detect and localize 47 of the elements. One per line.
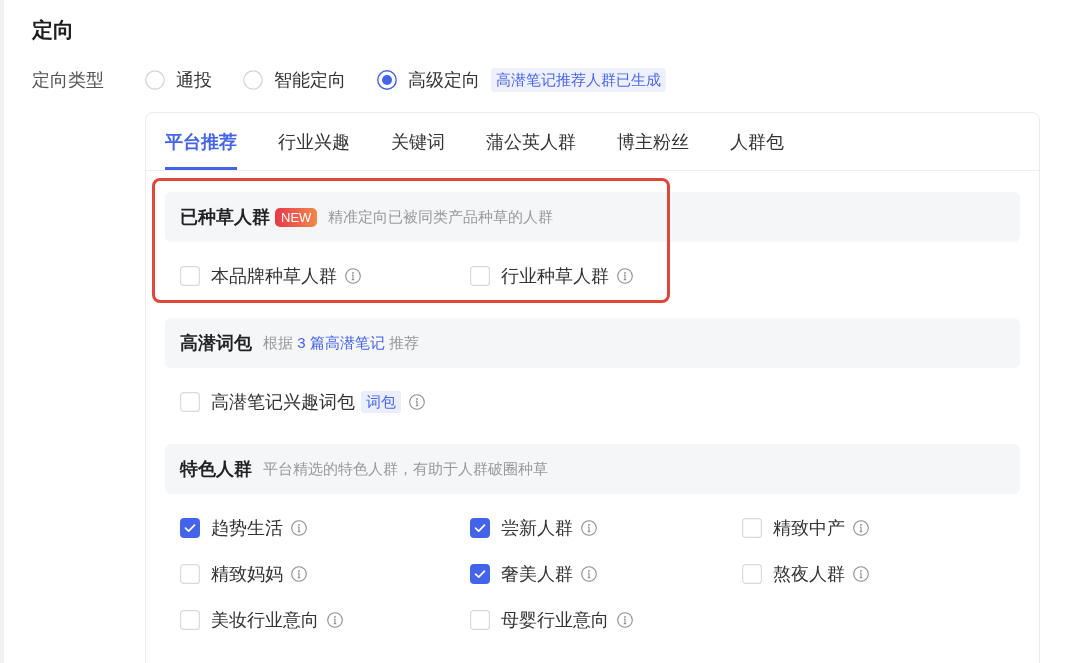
section-description: 根据 3 篇高潜笔记 推荐	[263, 333, 419, 353]
field-label: 定向类型	[32, 69, 105, 92]
checkbox-label[interactable]: 精致妈妈	[211, 562, 283, 586]
info-icon[interactable]	[853, 520, 869, 536]
tab[interactable]: 关键词	[391, 113, 445, 170]
section-title: 特色人群	[180, 458, 252, 481]
tab[interactable]: 人群包	[730, 113, 784, 170]
radio-label[interactable]: 高级定向	[408, 68, 480, 92]
info-icon[interactable]	[581, 520, 597, 536]
checkbox[interactable]	[470, 518, 490, 538]
checkbox-label[interactable]: 美妆行业意向	[211, 608, 319, 632]
checkbox-label[interactable]: 熬夜人群	[773, 562, 845, 586]
section-description: 精准定向已被同类产品种草的人群	[328, 207, 554, 227]
info-icon[interactable]	[617, 268, 633, 284]
tab[interactable]: 蒲公英人群	[486, 113, 576, 170]
notes-link[interactable]: 3 篇高潜笔记	[297, 333, 385, 351]
radio-button[interactable]	[377, 70, 397, 90]
section-heading: 定向	[32, 17, 75, 43]
info-icon[interactable]	[327, 612, 343, 628]
info-icon[interactable]	[409, 394, 425, 410]
item-tag: 词包	[361, 391, 401, 413]
radio-label[interactable]: 通投	[176, 68, 212, 92]
checkbox[interactable]	[180, 518, 200, 538]
info-icon[interactable]	[345, 268, 361, 284]
tab[interactable]: 行业兴趣	[278, 113, 350, 170]
checkbox-label[interactable]: 行业种草人群	[501, 264, 609, 288]
section-title: 已种草人群	[180, 206, 270, 229]
checkbox-label[interactable]: 精致中产	[773, 516, 845, 540]
info-icon[interactable]	[853, 566, 869, 582]
checkbox-label[interactable]: 趋势生活	[211, 516, 283, 540]
checkbox-label[interactable]: 奢美人群	[501, 562, 573, 586]
checkbox[interactable]	[470, 564, 490, 584]
info-icon[interactable]	[291, 566, 307, 582]
radio-label[interactable]: 智能定向	[274, 68, 346, 92]
info-icon[interactable]	[617, 612, 633, 628]
checkbox-label[interactable]: 高潜笔记兴趣词包	[211, 390, 355, 414]
status-tag: 高潜笔记推荐人群已生成	[491, 68, 666, 92]
section-description: 平台精选的特色人群，有助于人群破圈种草	[263, 459, 548, 479]
checkbox-label[interactable]: 尝新人群	[501, 516, 573, 540]
info-icon[interactable]	[581, 566, 597, 582]
new-badge: NEW	[275, 207, 318, 227]
tab[interactable]: 博主粉丝	[617, 113, 689, 170]
section-title: 高潜词包	[180, 332, 252, 355]
checkbox-label[interactable]: 母婴行业意向	[501, 608, 609, 632]
info-icon[interactable]	[291, 520, 307, 536]
checkbox-label[interactable]: 本品牌种草人群	[211, 264, 337, 288]
tab[interactable]: 平台推荐	[165, 113, 237, 170]
